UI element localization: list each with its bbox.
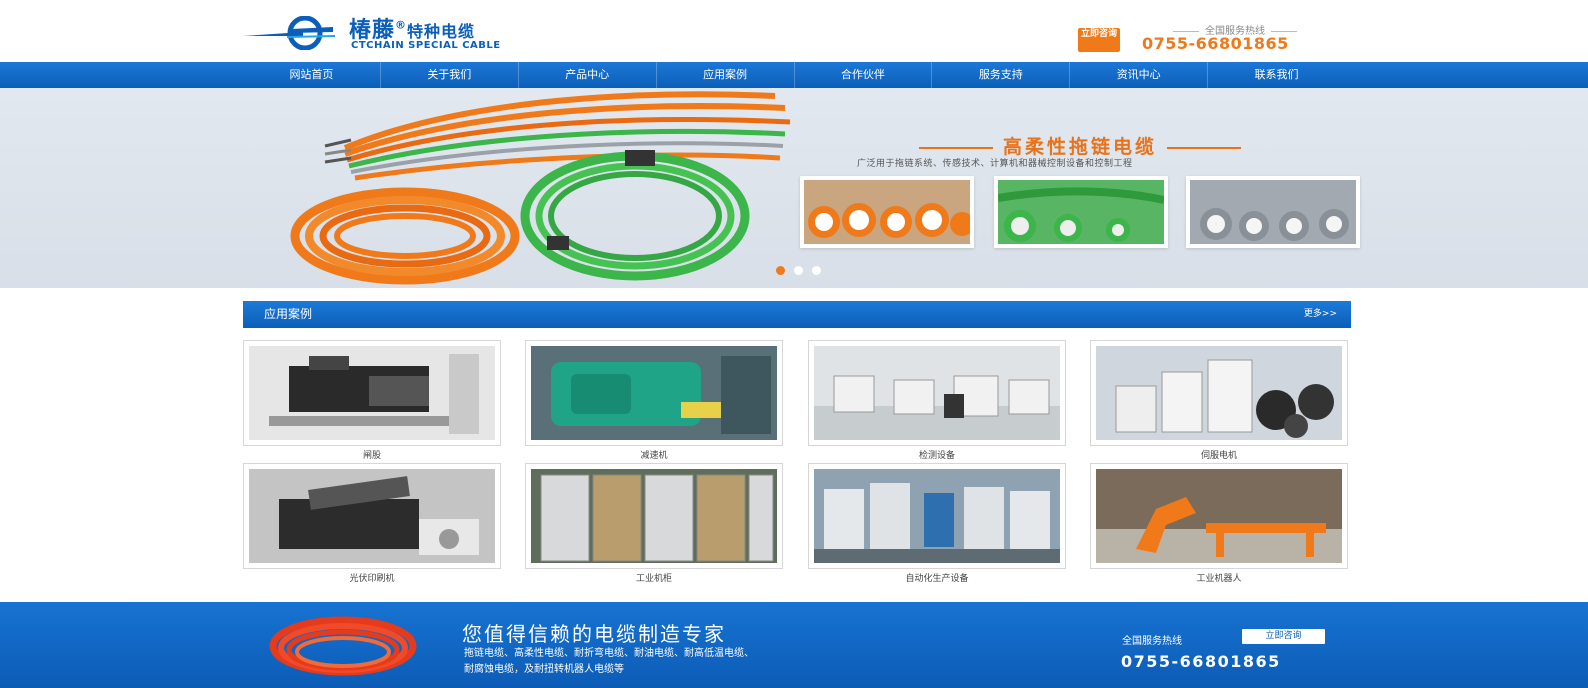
banner-thumb-grey (1186, 176, 1360, 248)
green-cable-cross-section-icon (997, 180, 1165, 244)
case-card-3[interactable] (808, 340, 1066, 446)
footer-band: 您值得信赖的电缆制造专家 拖链电缆、高柔性电缆、耐折弯电缆、耐油电缆、耐高低温电… (0, 602, 1588, 688)
footer-hotline-number: 0755-66801865 (1121, 652, 1281, 671)
case-label-1[interactable]: 闸股 (243, 448, 501, 461)
orange-cable-cross-section-icon (804, 180, 974, 244)
printer-photo-icon (249, 469, 495, 563)
case-label-6[interactable]: 工业机柜 (525, 571, 783, 584)
nav-item-contact[interactable]: 联系我们 (1208, 62, 1345, 88)
banner-title: 高柔性拖链电缆 (860, 132, 1300, 159)
header-hotline: 立即咨询 全国服务热线 0755-66801865 (1078, 22, 1334, 54)
logo-mark-icon (243, 16, 335, 50)
slider-dot-2[interactable] (794, 266, 803, 275)
case-label-5[interactable]: 光伏印刷机 (243, 571, 501, 584)
more-link[interactable]: 更多>> (1304, 301, 1337, 328)
banner-subtitle: 广泛用于拖链系统、传感技术、计算机和器械控制设备和控制工程 (857, 159, 1133, 169)
main-nav: 网站首页 关于我们 产品中心 应用案例 合作伙伴 服务支持 资讯中心 联系我们 (0, 62, 1588, 88)
case-card-4[interactable] (1090, 340, 1348, 446)
case-label-8[interactable]: 工业机器人 (1090, 571, 1348, 584)
case-label-7[interactable]: 自动化生产设备 (808, 571, 1066, 584)
nav-item-support[interactable]: 服务支持 (932, 62, 1071, 88)
banner-thumb-green (994, 176, 1168, 248)
cable-bundle-illustration (290, 91, 791, 285)
production-line-photo-icon (814, 469, 1060, 563)
red-cable-coil-icon (269, 616, 417, 676)
nav-item-partners[interactable]: 合作伙伴 (795, 62, 933, 88)
robot-photo-icon (1096, 469, 1342, 563)
servo-photo-icon (1096, 346, 1342, 440)
banner-thumb-orange (800, 176, 974, 248)
nav-item-cases[interactable]: 应用案例 (657, 62, 795, 88)
hero-banner[interactable]: 高柔性拖链电缆 广泛用于拖链系统、传感技术、计算机和器械控制设备和控制工程 (0, 88, 1588, 288)
case-card-6[interactable] (525, 463, 783, 569)
logo-english-name: CTCHAIN SPECIAL CABLE (351, 40, 501, 51)
nav-item-home[interactable]: 网站首页 (243, 62, 381, 88)
nav-item-products[interactable]: 产品中心 (519, 62, 657, 88)
machine-photo-icon (249, 346, 495, 440)
gearbox-photo-icon (531, 346, 777, 440)
case-label-3[interactable]: 检测设备 (808, 448, 1066, 461)
nav-item-about[interactable]: 关于我们 (381, 62, 519, 88)
footer-products: 拖链电缆、高柔性电缆、耐折弯电缆、耐油电缆、耐高低温电缆、 耐腐蚀电缆，及耐扭转… (464, 646, 964, 678)
grey-cable-cross-section-icon (1190, 180, 1356, 244)
logo[interactable]: 椿藤®特种电缆 CTCHAIN SPECIAL CABLE (243, 12, 553, 52)
slider-dots (776, 266, 821, 275)
nav-item-news[interactable]: 资讯中心 (1070, 62, 1209, 88)
footer-consult-button[interactable]: 立即咨询 (1242, 629, 1325, 644)
case-card-7[interactable] (808, 463, 1066, 569)
footer-products-line-2: 耐腐蚀电缆，及耐扭转机器人电缆等 (464, 664, 624, 675)
footer-products-line-1: 拖链电缆、高柔性电缆、耐折弯电缆、耐油电缆、耐高低温电缆、 (464, 648, 754, 659)
case-card-8[interactable] (1090, 463, 1348, 569)
case-card-5[interactable] (243, 463, 501, 569)
hotline-number: 0755-66801865 (1142, 34, 1289, 53)
slider-dot-3[interactable] (812, 266, 821, 275)
cabinet-photo-icon (531, 469, 777, 563)
case-label-4[interactable]: 伺服电机 (1090, 448, 1348, 461)
footer-slogan: 您值得信赖的电缆制造专家 (462, 622, 726, 646)
slider-dot-1[interactable] (776, 266, 785, 275)
case-label-2[interactable]: 减速机 (525, 448, 783, 461)
cases-section-header: 应用案例 更多>> (243, 301, 1351, 328)
consult-badge[interactable]: 立即咨询 (1078, 28, 1120, 52)
case-card-2[interactable] (525, 340, 783, 446)
section-title: 应用案例 (264, 307, 313, 321)
factory-photo-icon (814, 346, 1060, 440)
case-card-1[interactable] (243, 340, 501, 446)
footer-hotline-label: 全国服务热线 (1122, 636, 1182, 647)
site-header: 椿藤®特种电缆 CTCHAIN SPECIAL CABLE 立即咨询 全国服务热… (0, 0, 1588, 62)
